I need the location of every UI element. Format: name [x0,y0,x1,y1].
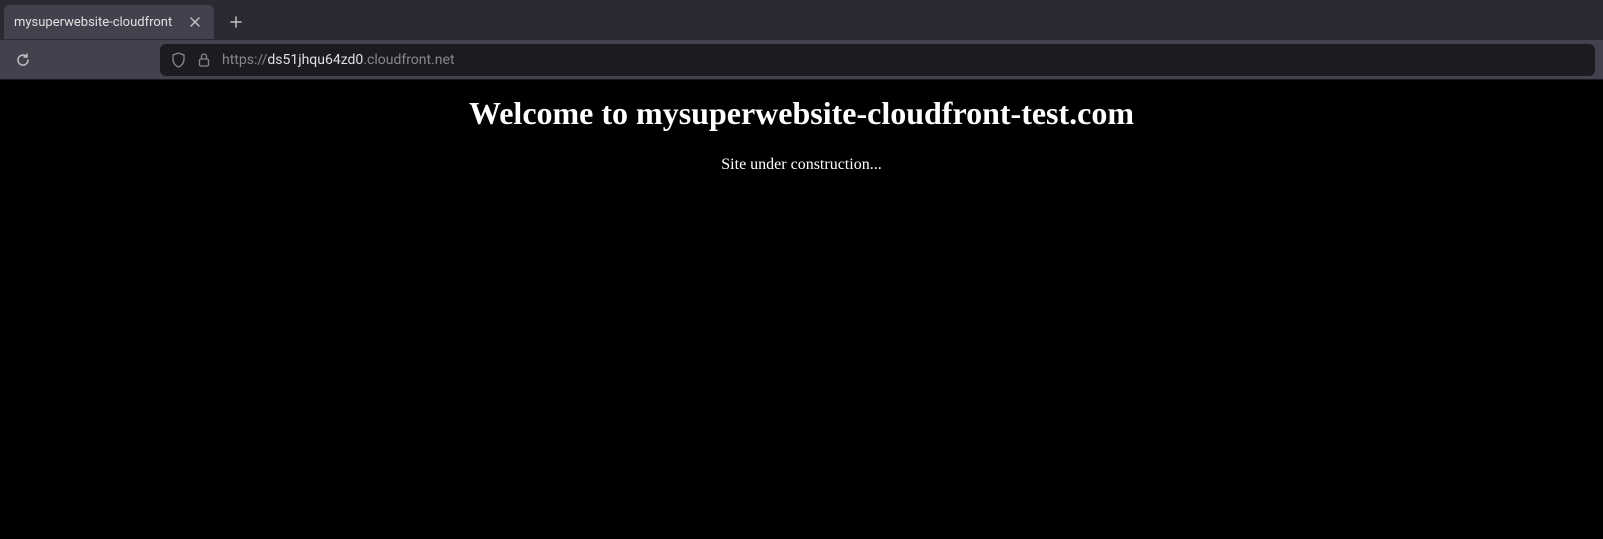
new-tab-button[interactable] [220,6,252,38]
url-tld: .cloudfront.net [363,52,454,68]
browser-toolbar: https://ds51jhqu64zd0.cloudfront.net [0,40,1603,80]
shield-icon[interactable] [170,52,186,68]
url-host: ds51jhqu64zd0 [267,52,363,68]
lock-icon[interactable] [196,52,212,68]
page-content: Welcome to mysuperwebsite-cloudfront-tes… [0,80,1603,539]
tab-bar: mysuperwebsite-cloudfront [0,0,1603,40]
address-bar[interactable]: https://ds51jhqu64zd0.cloudfront.net [160,44,1595,76]
reload-button[interactable] [8,45,38,75]
browser-chrome: mysuperwebsite-cloudfront [0,0,1603,80]
url-protocol: https:// [222,52,267,68]
page-subtext: Site under construction... [0,156,1603,174]
page-heading: Welcome to mysuperwebsite-cloudfront-tes… [0,90,1603,132]
browser-tab[interactable]: mysuperwebsite-cloudfront [4,5,214,39]
close-icon[interactable] [186,13,204,31]
url-text: https://ds51jhqu64zd0.cloudfront.net [222,52,455,68]
tab-title: mysuperwebsite-cloudfront [14,15,178,30]
